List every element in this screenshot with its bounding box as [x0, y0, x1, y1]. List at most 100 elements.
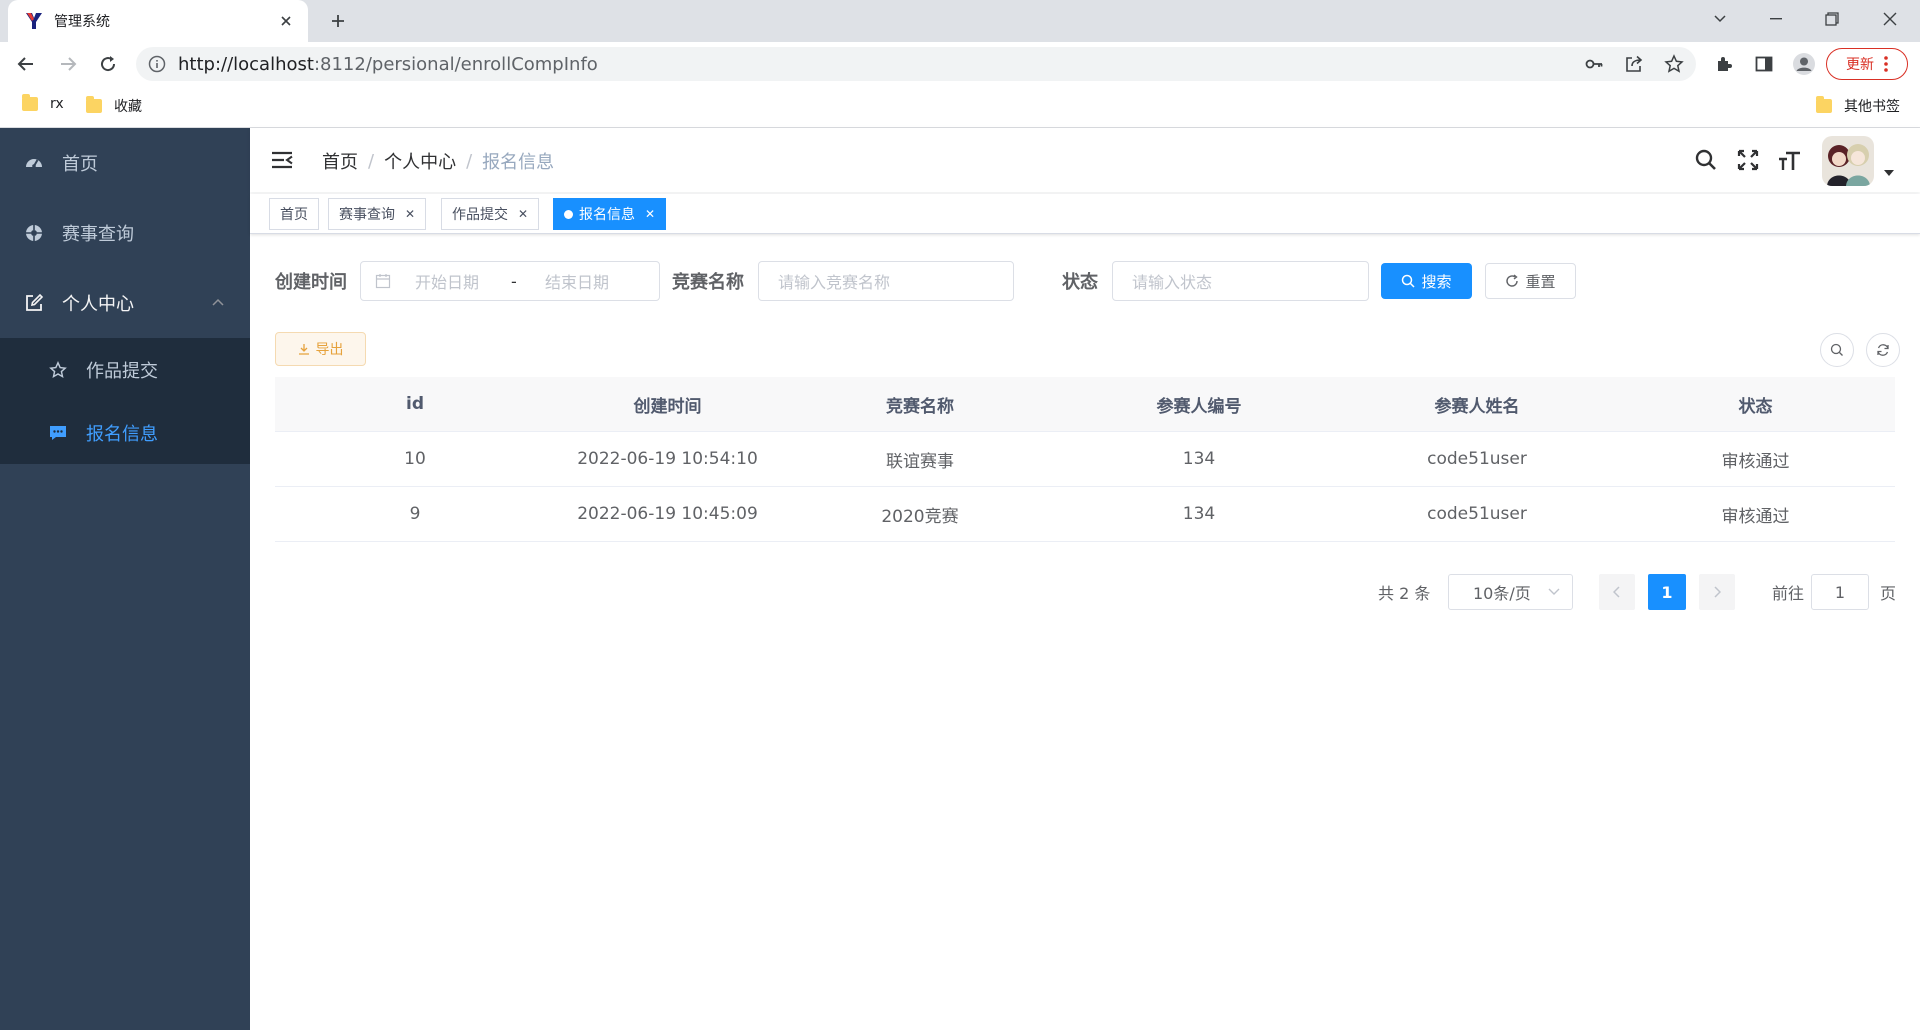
bookmark-favorites[interactable]: 收藏 — [86, 96, 142, 116]
tag-enroll-info[interactable]: 报名信息 ✕ — [553, 198, 667, 230]
aperture-icon — [24, 223, 44, 243]
download-icon — [298, 343, 310, 355]
toggle-search-button[interactable] — [1820, 333, 1854, 367]
avatar[interactable] — [1822, 136, 1874, 186]
page-number-button[interactable]: 1 — [1648, 574, 1686, 610]
restore-icon[interactable] — [1804, 0, 1860, 38]
chevron-down-icon — [1548, 588, 1560, 596]
more-vert-icon — [1884, 56, 1888, 72]
app-logo-icon — [24, 11, 44, 31]
sidebar-item-work-submission[interactable]: 作品提交 — [0, 338, 250, 401]
close-tag-icon[interactable]: ✕ — [405, 207, 415, 221]
chevron-left-icon — [1613, 586, 1621, 598]
cell-id: 10 — [404, 449, 426, 469]
goto-page-input[interactable]: 1 — [1811, 574, 1869, 610]
date-range-picker[interactable]: 开始日期 - 结束日期 — [360, 261, 660, 301]
page-suffix-label: 页 — [1880, 584, 1897, 603]
side-panel-icon[interactable] — [1750, 50, 1778, 78]
export-button[interactable]: 导出 — [275, 332, 366, 366]
calendar-icon — [375, 273, 391, 289]
search-icon — [1830, 343, 1844, 357]
refresh-icon — [1505, 274, 1519, 288]
url-text: http://localhost:8112/persional/enrollCo… — [178, 53, 598, 75]
minimize-icon[interactable] — [1748, 0, 1804, 38]
status-label: 状态 — [1062, 272, 1098, 293]
breadcrumb-item-home[interactable]: 首页 — [322, 148, 358, 174]
competition-name-label: 竞赛名称 — [672, 272, 744, 293]
chevron-up-icon — [212, 298, 224, 306]
folder-icon — [86, 96, 102, 113]
bookmark-star-icon[interactable] — [1660, 50, 1688, 78]
breadcrumb-item-personal[interactable]: 个人中心 — [384, 148, 456, 174]
search-icon[interactable] — [1692, 146, 1720, 174]
column-header-participant-name: 参赛人姓名 — [1434, 396, 1520, 417]
bookmark-rx[interactable]: rx — [22, 94, 64, 112]
close-tag-icon[interactable]: ✕ — [518, 207, 528, 221]
browser-tab[interactable]: 管理系统 — [8, 0, 308, 42]
page-size-select[interactable]: 10条/页 — [1448, 574, 1573, 610]
table-row[interactable]: 9 2022-06-19 10:45:09 2020竞赛 134 code51u… — [275, 487, 1895, 542]
cell-created-time: 2022-06-19 10:54:10 — [577, 449, 758, 469]
chevron-right-icon — [1713, 586, 1721, 598]
reload-icon[interactable] — [94, 50, 122, 78]
font-size-icon[interactable] — [1776, 146, 1804, 174]
next-page-button[interactable] — [1699, 574, 1735, 610]
cell-competition-name: 2020竞赛 — [881, 506, 959, 527]
refresh-table-button[interactable] — [1866, 333, 1900, 367]
column-header-competition-name: 竞赛名称 — [886, 396, 954, 417]
app-navbar: 首页 / 个人中心 / 报名信息 — [250, 128, 1920, 192]
breadcrumb-item-current: 报名信息 — [482, 152, 555, 173]
cell-participant-name: code51user — [1427, 449, 1527, 469]
column-header-status: 状态 — [1738, 396, 1773, 417]
close-tab-icon[interactable] — [276, 11, 296, 31]
share-icon[interactable] — [1620, 50, 1648, 78]
dashboard-icon — [24, 153, 44, 173]
sidebar-item-home[interactable]: 首页 — [0, 128, 250, 198]
status-input[interactable]: 请输入状态 — [1112, 261, 1369, 301]
message-icon — [48, 423, 68, 443]
forward-icon[interactable] — [54, 50, 82, 78]
site-info-icon[interactable] — [148, 55, 166, 73]
competition-name-input[interactable]: 请输入竞赛名称 — [758, 261, 1014, 301]
fullscreen-icon[interactable] — [1734, 146, 1762, 174]
start-date-input[interactable]: 开始日期 — [415, 269, 511, 293]
sidebar-item-enroll-info[interactable]: 报名信息 — [0, 401, 250, 464]
tab-search-icon[interactable] — [1692, 0, 1748, 38]
cell-competition-name: 联谊赛事 — [886, 451, 954, 472]
tags-view: 首页 赛事查询 ✕ 作品提交 ✕ 报名信息 ✕ — [250, 194, 1920, 234]
other-bookmarks[interactable]: 其他书签 — [1816, 96, 1900, 116]
cell-participant-id: 134 — [1182, 504, 1216, 524]
caret-down-icon[interactable] — [1884, 170, 1894, 176]
prev-page-button[interactable] — [1599, 574, 1635, 610]
profile-icon[interactable] — [1790, 50, 1818, 78]
end-date-input[interactable]: 结束日期 — [545, 269, 609, 293]
search-button[interactable]: 搜索 — [1381, 263, 1472, 299]
sidebar-item-competition-query[interactable]: 赛事查询 — [0, 198, 250, 268]
sidebar: 首页 赛事查询 个人中心 作品提交 报名信息 — [0, 128, 250, 1030]
tag-competition-query[interactable]: 赛事查询 ✕ — [328, 198, 427, 230]
close-tag-icon[interactable]: ✕ — [645, 207, 655, 221]
hamburger-icon[interactable] — [270, 148, 294, 172]
created-time-label: 创建时间 — [275, 272, 347, 293]
tag-home[interactable]: 首页 — [269, 198, 319, 230]
bookmarks-bar: rx 收藏 其他书签 — [0, 86, 1920, 128]
enroll-info-table: id 创建时间 竞赛名称 参赛人编号 参赛人姓名 状态 10 2022-06-1… — [275, 377, 1895, 542]
table-row[interactable]: 10 2022-06-19 10:54:10 联谊赛事 134 code51us… — [275, 432, 1895, 487]
browser-tab-title: 管理系统 — [54, 14, 110, 30]
cell-participant-id: 134 — [1182, 449, 1216, 469]
address-bar[interactable]: http://localhost:8112/persional/enrollCo… — [136, 47, 1696, 81]
close-window-icon[interactable] — [1862, 0, 1918, 38]
tag-work-submission[interactable]: 作品提交 ✕ — [441, 198, 540, 230]
password-key-icon[interactable] — [1580, 50, 1608, 78]
reset-button[interactable]: 重置 — [1485, 263, 1576, 299]
refresh-icon — [1876, 343, 1890, 357]
search-icon — [1401, 274, 1416, 288]
edit-icon — [24, 293, 44, 313]
new-tab-icon[interactable] — [324, 9, 352, 33]
back-icon[interactable] — [12, 50, 40, 78]
sidebar-item-personal-center[interactable]: 个人中心 — [0, 268, 250, 338]
extensions-icon[interactable] — [1710, 50, 1738, 78]
cell-created-time: 2022-06-19 10:45:09 — [577, 504, 758, 524]
update-button[interactable]: 更新 — [1826, 48, 1908, 80]
folder-icon — [1816, 96, 1832, 113]
